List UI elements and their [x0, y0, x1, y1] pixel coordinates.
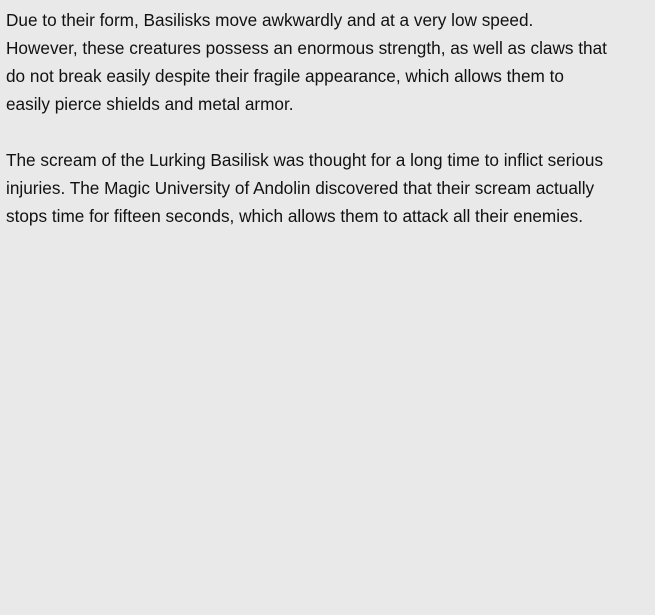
- paragraph-basilisk-movement: Due to their form, Basilisks move awkwar…: [6, 10, 607, 114]
- paragraph-basilisk-scream: The scream of the Lurking Basilisk was t…: [6, 150, 604, 226]
- document-page: Due to their form, Basilisks move awkwar…: [0, 0, 655, 615]
